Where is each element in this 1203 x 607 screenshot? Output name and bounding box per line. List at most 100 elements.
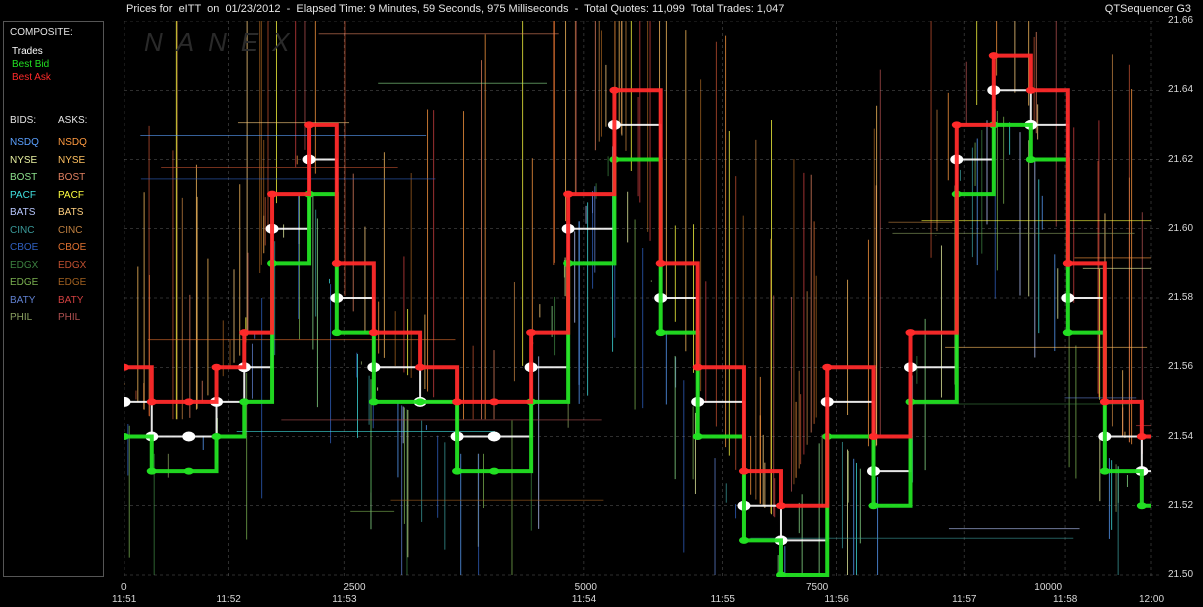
- y-tick-label: 21.62: [1168, 153, 1194, 165]
- x-time-tick-label: 12:00: [1139, 594, 1165, 605]
- ask-point: [124, 363, 129, 371]
- bid-point: [1025, 156, 1036, 163]
- ask-point: [1062, 259, 1073, 267]
- bid-point: [489, 467, 500, 475]
- ask-point: [211, 363, 222, 371]
- x-time-tick-label: 11:51: [112, 594, 137, 605]
- legend-ask-cboe: CBOE: [58, 242, 87, 253]
- legend-ask-cinc: CINC: [58, 224, 83, 236]
- legend-bid-edge: EDGE: [10, 277, 39, 288]
- legend-ask-pacf: PACF: [58, 189, 84, 201]
- ask-point: [331, 259, 342, 267]
- y-tick-label: 21.54: [1168, 430, 1194, 442]
- trades-point: [487, 431, 501, 442]
- chart-title: Prices for eITT on 01/23/2012 - Elapsed …: [126, 3, 785, 15]
- bid-point: [738, 536, 749, 544]
- legend-ask-nsdq: NSDQ: [58, 137, 87, 148]
- bid-point: [211, 433, 222, 440]
- legend-bid-edgx: EDGX: [10, 259, 39, 271]
- y-tick-label: 21.66: [1168, 15, 1194, 26]
- legend-ask-edgx: EDGX: [58, 259, 87, 271]
- x-time-tick-label: 11:57: [952, 594, 977, 605]
- bid-point: [1099, 467, 1110, 475]
- bid-point: [692, 433, 703, 440]
- legend-ask-nyse: NYSE: [58, 154, 86, 166]
- x-time-tick-label: 11:55: [710, 594, 735, 605]
- legend-ask-bost: BOST: [58, 172, 86, 183]
- legend-bid-baty: BATY: [10, 294, 36, 306]
- ask-point: [1099, 398, 1110, 406]
- legend-bid-bats: BATS: [10, 207, 36, 218]
- legend-composite-best-bid: Best Bid: [12, 59, 50, 70]
- bids-header: BIDS:: [10, 115, 37, 126]
- ask-point: [267, 190, 278, 198]
- ask-point: [368, 329, 379, 337]
- ask-point: [692, 363, 703, 371]
- ask-point: [452, 398, 463, 406]
- bid-point: [655, 329, 666, 337]
- ask-point: [609, 86, 620, 94]
- app-name: QTSequencer G3: [1104, 3, 1191, 15]
- y-tick-label: 21.56: [1168, 361, 1194, 373]
- legend-ask-phil: PHIL: [58, 312, 81, 323]
- plot-area: NANEX: [124, 21, 1159, 577]
- ask-point: [822, 363, 833, 371]
- ask-point: [415, 363, 426, 371]
- x-time-tick-label: 11:58: [1053, 594, 1078, 605]
- y-tick-label: 21.52: [1168, 499, 1194, 511]
- y-tick-label: 21.64: [1168, 84, 1194, 96]
- composite-header: COMPOSITE:: [10, 27, 73, 38]
- ask-point: [239, 329, 250, 337]
- trades-point: [182, 431, 196, 442]
- legend-bid-bost: BOST: [10, 172, 38, 183]
- ask-point: [1136, 433, 1147, 440]
- bid-point: [1136, 502, 1147, 510]
- bid-point: [415, 398, 426, 406]
- bid-point: [368, 398, 379, 406]
- x-time-tick-label: 11:54: [571, 594, 597, 605]
- bid-point: [239, 398, 250, 406]
- x-seq-tick-label: 10000: [1034, 582, 1063, 593]
- x-seq-tick-label: 2500: [343, 582, 366, 593]
- legend-composite-best-ask: Best Ask: [12, 72, 51, 83]
- ask-point: [868, 433, 879, 440]
- x-seq-tick-label: 5000: [574, 582, 597, 593]
- y-tick-label: 21.60: [1168, 222, 1194, 234]
- y-tick-label: 21.58: [1168, 292, 1194, 303]
- legend-ask-bats: BATS: [58, 207, 84, 218]
- legend-ask-edge: EDGE: [58, 277, 87, 288]
- ask-point: [655, 259, 666, 267]
- bid-point: [1062, 329, 1073, 337]
- ask-point: [183, 398, 194, 406]
- ask-point: [775, 502, 786, 510]
- bid-point: [868, 502, 879, 510]
- trades-point: [124, 396, 131, 407]
- x-time-tick-label: 11:56: [824, 594, 849, 605]
- legend-bid-phil: PHIL: [10, 312, 33, 323]
- ask-point: [738, 467, 749, 475]
- legend-bid-pacf: PACF: [10, 189, 36, 201]
- watermark-nanex: NANEX: [144, 27, 304, 57]
- bid-point: [183, 467, 194, 475]
- legend-bid-cinc: CINC: [10, 224, 35, 236]
- legend-composite-trades: Trades: [12, 46, 43, 57]
- legend-bid-cboe: CBOE: [10, 242, 39, 253]
- ask-point: [951, 121, 962, 129]
- ask-point: [905, 329, 916, 337]
- legend-bid-nsdq: NSDQ: [10, 137, 39, 148]
- ask-point: [563, 190, 574, 198]
- x-seq-tick-label: 7500: [805, 582, 829, 593]
- y-tick-label: 21.50: [1168, 569, 1194, 580]
- ask-point: [146, 398, 157, 406]
- ask-point: [1025, 86, 1036, 94]
- asks-header: ASKS:: [58, 115, 88, 126]
- x-time-tick-label: 11:53: [332, 594, 357, 605]
- bid-point: [146, 467, 157, 475]
- x-time-tick-label: 11:52: [216, 594, 241, 605]
- bid-point: [331, 329, 342, 337]
- legend-bid-nyse: NYSE: [10, 154, 38, 166]
- ask-point: [526, 329, 537, 337]
- ask-point: [489, 398, 500, 406]
- x-seq-tick-label: 0: [121, 582, 127, 593]
- legend-panel: COMPOSITE: Trades Best Bid Best Ask BIDS: …: [3, 21, 104, 577]
